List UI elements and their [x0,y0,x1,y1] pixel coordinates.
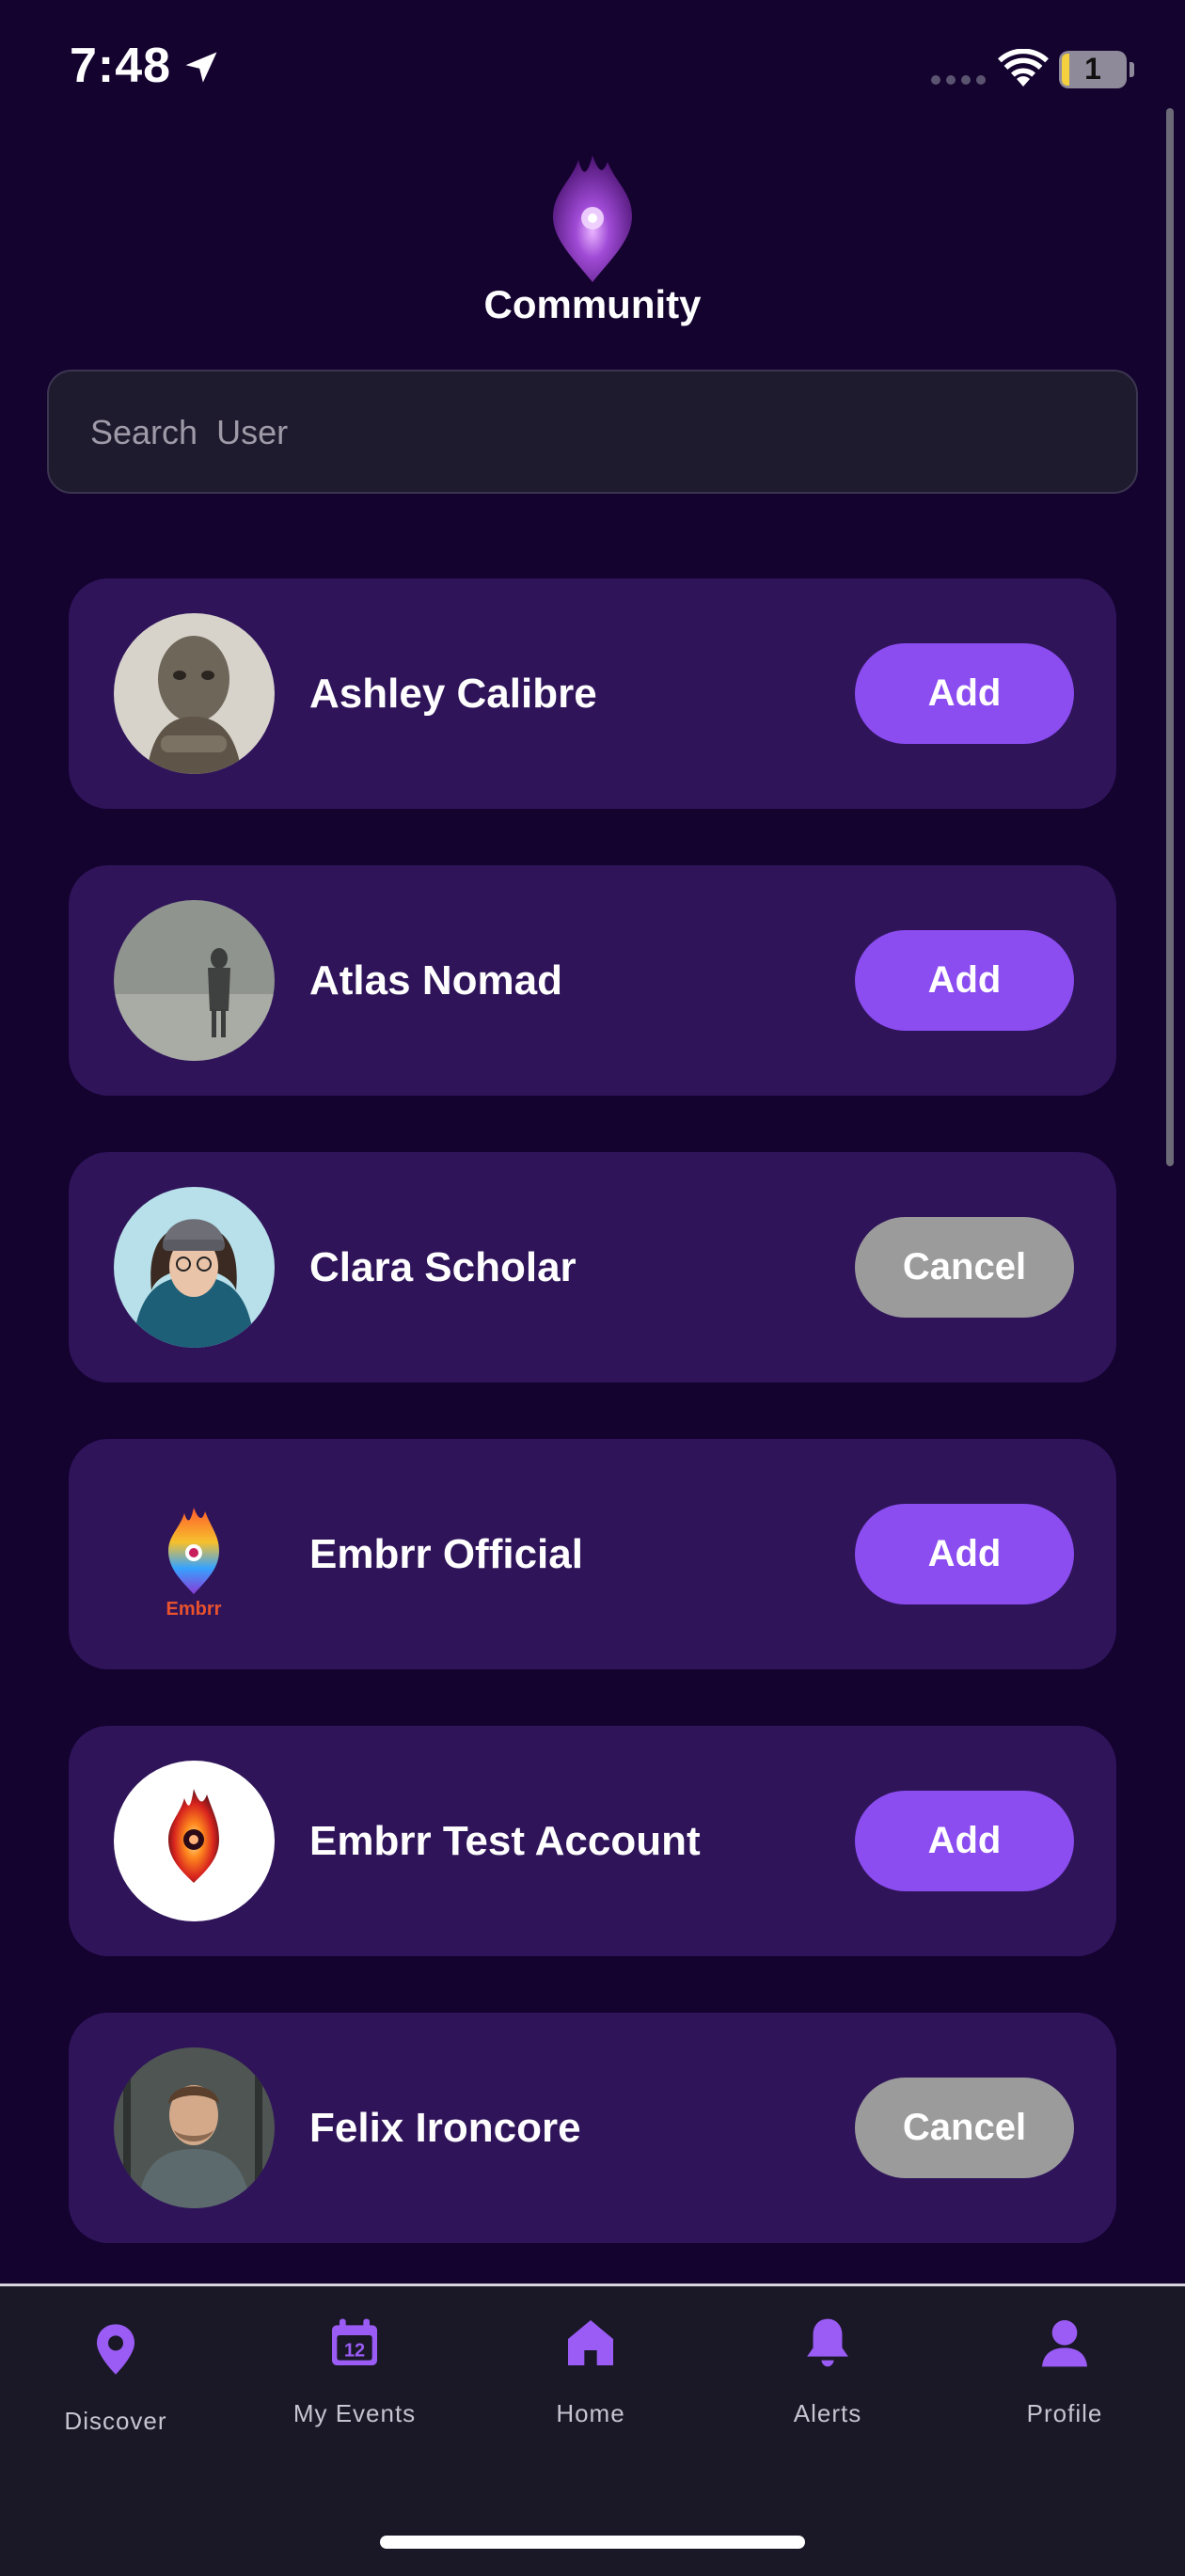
avatar[interactable] [114,900,275,1061]
tab-label: Discover [64,2407,167,2435]
avatar[interactable] [114,1187,275,1348]
status-time: 7:48 [70,39,172,93]
add-button[interactable]: Add [855,1791,1074,1891]
scrollbar[interactable] [1166,108,1174,1166]
tab-label: Alerts [793,2399,862,2427]
signal-icon [931,75,986,85]
search-box[interactable] [47,370,1138,494]
tab-label: My Events [292,2399,417,2427]
user-list: Ashley Calibre Add Atlas Nomad Add Clara… [69,578,1116,2299]
cancel-button[interactable]: Cancel [855,1217,1074,1318]
calendar-badge: 12 [344,2341,365,2362]
user-card[interactable]: Ashley Calibre Add [69,578,1116,809]
battery-level: 1 [1084,52,1101,86]
user-name: Atlas Nomad [309,957,562,1004]
tab-label: Home [556,2399,625,2427]
user-name: Embrr Test Account [309,1818,701,1864]
home-icon [568,2320,613,2365]
avatar[interactable] [114,1761,275,1921]
add-button[interactable]: Add [855,930,1074,1031]
bell-icon [807,2318,848,2367]
user-name: Embrr Official [309,1531,583,1577]
add-button[interactable]: Add [855,1504,1074,1604]
calendar-icon: 12 [332,2318,377,2365]
tab-bar: Discover 12 My Events Home Alerts Profil… [0,2284,1185,2576]
user-card[interactable]: Atlas Nomad Add [69,865,1116,1096]
avatar[interactable]: Embrr [114,1474,275,1635]
user-name: Clara Scholar [309,1244,577,1290]
user-card[interactable]: Clara Scholar Cancel [69,1152,1116,1383]
user-name: Ashley Calibre [309,671,597,717]
home-indicator[interactable] [380,2536,805,2549]
user-name: Felix Ironcore [309,2105,581,2151]
location-arrow-icon [185,52,217,83]
status-bar: 7:48 1 [0,0,1185,141]
user-card[interactable]: Embrr Test Account Add [69,1726,1116,1956]
user-icon [1042,2320,1087,2367]
page-title: Community [483,282,702,326]
map-pin-icon [97,2324,134,2375]
cancel-button[interactable]: Cancel [855,2078,1074,2178]
battery-icon: 1 [1059,51,1127,88]
wifi-icon [998,49,1049,87]
user-card[interactable]: Felix Ironcore Cancel [69,2013,1116,2243]
avatar[interactable] [114,2047,275,2208]
avatar[interactable] [114,613,275,774]
search-input[interactable] [88,371,1089,494]
flame-logo [553,155,632,282]
user-card[interactable]: Embrr Embrr Official Add [69,1439,1116,1669]
add-button[interactable]: Add [855,643,1074,744]
tab-label: Profile [1026,2399,1103,2427]
svg-text:Embrr: Embrr [166,1599,222,1620]
